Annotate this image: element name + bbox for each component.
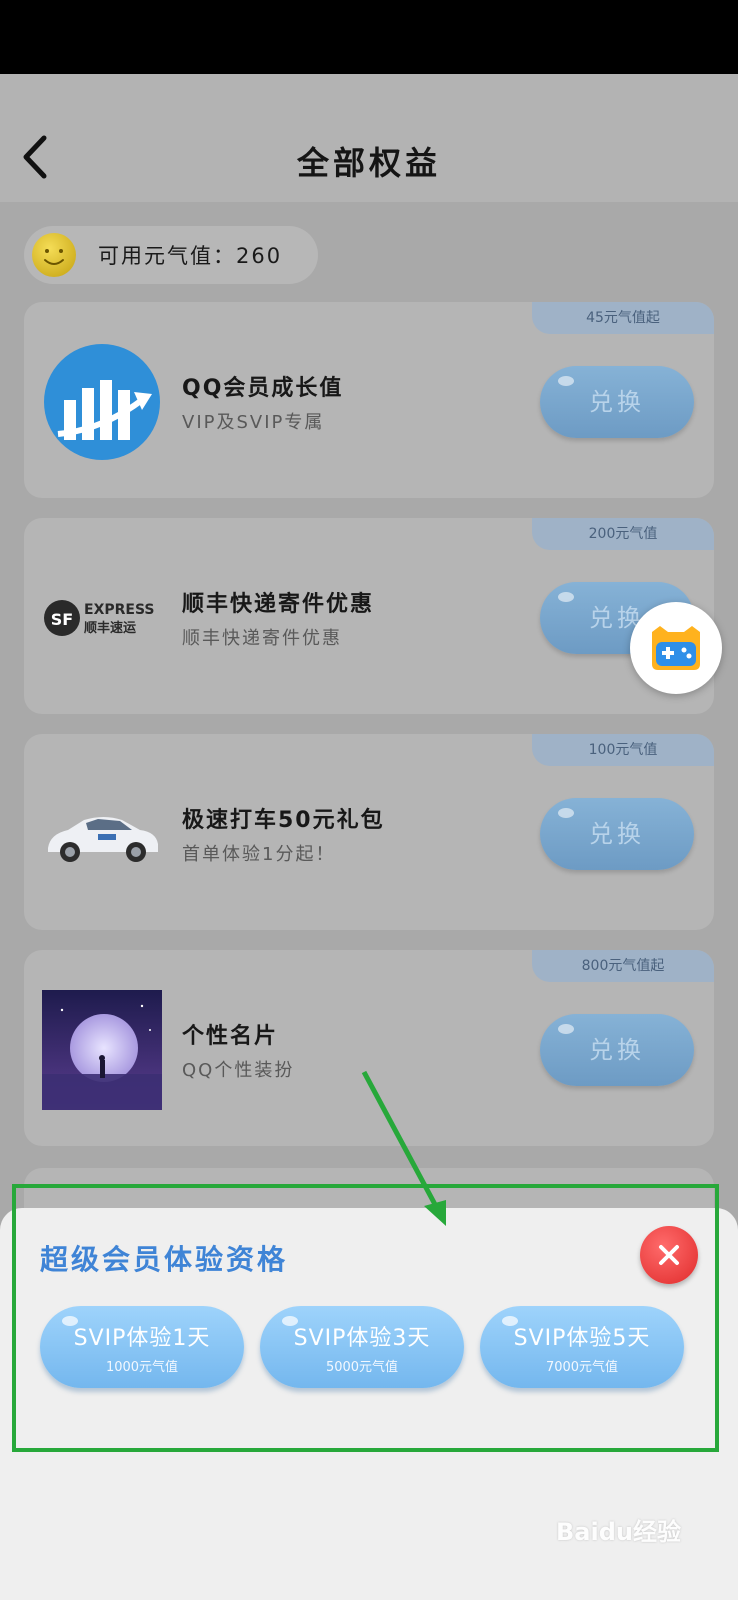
cost-tag: 45元气值起 — [532, 302, 714, 334]
cost-tag: 800元气值起 — [532, 950, 714, 982]
benefit-card-ride: 100元气值 极速打车50元礼包 首单体验1分起！ 兑换 — [24, 734, 714, 930]
close-button[interactable] — [640, 1226, 698, 1284]
card-title: 极速打车50元礼包 — [182, 808, 385, 833]
nav-bar: 全部权益 — [0, 74, 738, 202]
sf-logo-express: EXPRESS — [84, 602, 155, 618]
page-title: 全部权益 — [296, 144, 441, 182]
benefit-card-sf-express: 200元气值 SF EXPRESS 顺丰速运 顺丰快递寄件优惠 顺丰快递寄件优惠… — [24, 518, 714, 714]
svip-trial-5day-button[interactable]: SVIP体验5天 7000元气值 — [480, 1306, 684, 1388]
cost-tag: 200元气值 — [532, 518, 714, 550]
car-image — [48, 817, 158, 862]
close-icon — [659, 1245, 679, 1265]
benefit-card-qq-growth: 45元气值起 QQ会员成长值 VIP及SVIP专属 兑换 — [24, 302, 714, 498]
card-subtitle: 顺丰快递寄件优惠 — [182, 628, 342, 649]
svip-trial-3day-button[interactable]: SVIP体验3天 5000元气值 — [260, 1306, 464, 1388]
card-title: 顺丰快递寄件优惠 — [182, 592, 375, 617]
svip-option-cost: 5000元气值 — [325, 1360, 399, 1375]
card-subtitle: 首单体验1分起！ — [182, 844, 336, 865]
gamepad-icon — [652, 626, 700, 670]
energy-balance-label: 可用元气值：260 — [98, 244, 283, 268]
moon-night-image — [42, 990, 162, 1110]
svip-option-title: SVIP体验3天 — [293, 1326, 431, 1351]
growth-chart-logo — [44, 344, 160, 460]
watermark: Baidu经验 — [556, 1518, 681, 1546]
benefit-card-profile-card: 800元气值起 个性名片 QQ个性装扮 兑换 — [24, 950, 714, 1146]
redeem-button[interactable]: 兑换 — [540, 798, 694, 870]
card-title: QQ会员成长值 — [182, 376, 344, 401]
sf-logo-letters: SF — [51, 610, 73, 629]
energy-balance: 可用元气值：260 — [24, 226, 318, 284]
svip-option-cost: 7000元气值 — [545, 1360, 619, 1375]
svip-option-title: SVIP体验5天 — [513, 1326, 651, 1351]
status-bar — [0, 0, 738, 74]
svip-option-title: SVIP体验1天 — [73, 1326, 211, 1351]
game-center-button[interactable] — [630, 602, 722, 694]
sf-express-logo: SF EXPRESS 顺丰速运 — [44, 600, 155, 636]
smiley-icon — [32, 233, 76, 277]
card-title: 个性名片 — [182, 1024, 279, 1049]
benefit-card-partial — [24, 1168, 714, 1208]
redeem-button[interactable]: 兑换 — [540, 1014, 694, 1086]
svip-trial-1day-button[interactable]: SVIP体验1天 1000元气值 — [40, 1306, 244, 1388]
svip-option-cost: 1000元气值 — [105, 1360, 179, 1375]
cost-tag: 100元气值 — [532, 734, 714, 766]
sf-logo-cn: 顺丰速运 — [84, 620, 136, 636]
card-subtitle: QQ个性装扮 — [182, 1060, 295, 1081]
sheet-title: 超级会员体验资格 — [40, 1243, 289, 1276]
card-subtitle: VIP及SVIP专属 — [182, 412, 325, 433]
redeem-button[interactable]: 兑换 — [540, 366, 694, 438]
